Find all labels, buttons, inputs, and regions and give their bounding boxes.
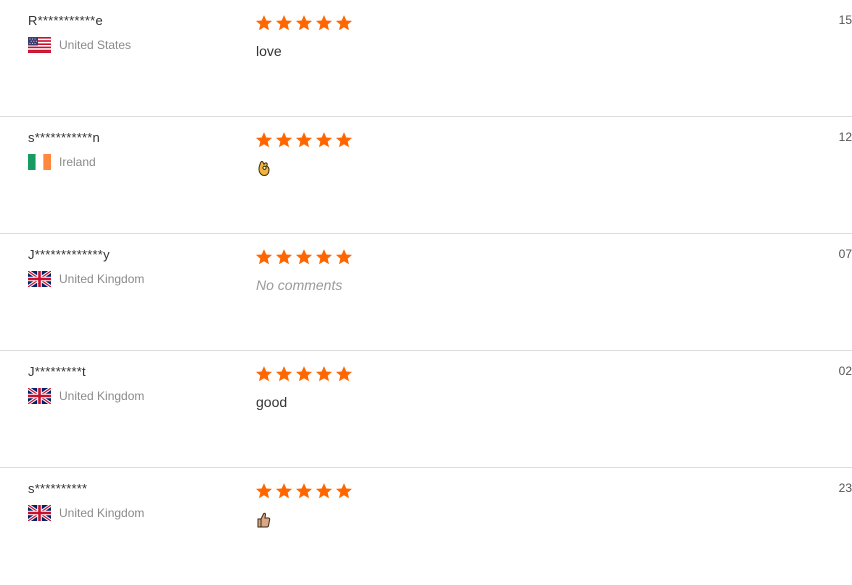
star-icon xyxy=(335,482,353,500)
star-icon xyxy=(295,131,313,149)
buyer-name: s********** xyxy=(28,481,88,496)
thumbs-up-emoji-icon xyxy=(256,510,271,528)
country-label: United Kingdom xyxy=(59,272,145,286)
star-icon xyxy=(255,14,273,32)
star-icon xyxy=(335,248,353,266)
review-item: J*************y United Kingdom No commen… xyxy=(0,234,852,351)
uk-flag-icon xyxy=(28,271,51,287)
star-icon xyxy=(315,131,333,149)
star-icon xyxy=(295,365,313,383)
star-icon xyxy=(275,131,293,149)
buyer-country: United States xyxy=(28,37,131,53)
star-rating xyxy=(255,14,353,32)
review-date: 07 xyxy=(838,247,852,261)
ok-hand-emoji-icon xyxy=(256,159,271,177)
review-item: s********** United Kingdom 23 xyxy=(0,468,852,585)
star-icon xyxy=(275,14,293,32)
star-icon xyxy=(275,248,293,266)
buyer-name: s***********n xyxy=(28,130,100,145)
buyer-country: United Kingdom xyxy=(28,271,144,287)
buyer-name: J*********t xyxy=(28,364,86,379)
star-icon xyxy=(275,482,293,500)
buyer-country: United Kingdom xyxy=(28,388,144,404)
star-rating xyxy=(255,365,353,383)
buyer-name: J*************y xyxy=(28,247,110,262)
us-flag-icon xyxy=(28,37,51,53)
review-comment: love xyxy=(256,43,282,59)
review-date: 15 xyxy=(838,13,852,27)
star-icon xyxy=(335,14,353,32)
review-comment: No comments xyxy=(256,277,343,293)
star-icon xyxy=(315,14,333,32)
review-item: s***********n Ireland 12 xyxy=(0,117,852,234)
review-comment: good xyxy=(256,394,288,410)
review-date: 02 xyxy=(838,364,852,378)
star-rating xyxy=(255,248,353,266)
star-icon xyxy=(255,482,273,500)
review-date: 12 xyxy=(838,130,852,144)
country-label: United Kingdom xyxy=(59,389,145,403)
review-item: R***********e United States love 15 xyxy=(0,0,852,117)
buyer-country: Ireland xyxy=(28,154,96,170)
country-label: Ireland xyxy=(59,155,96,169)
star-rating xyxy=(255,482,353,500)
star-icon xyxy=(255,131,273,149)
star-rating xyxy=(255,131,353,149)
star-icon xyxy=(255,365,273,383)
buyer-country: United Kingdom xyxy=(28,505,144,521)
review-list: R***********e United States love 15 s***… xyxy=(0,0,852,585)
star-icon xyxy=(335,365,353,383)
ireland-flag-icon xyxy=(28,154,51,170)
country-label: United Kingdom xyxy=(59,506,145,520)
review-item: J*********t United Kingdom good 02 xyxy=(0,351,852,468)
star-icon xyxy=(295,14,313,32)
uk-flag-icon xyxy=(28,505,51,521)
uk-flag-icon xyxy=(28,388,51,404)
country-label: United States xyxy=(59,38,132,52)
star-icon xyxy=(295,248,313,266)
star-icon xyxy=(255,248,273,266)
star-icon xyxy=(335,131,353,149)
star-icon xyxy=(315,482,333,500)
star-icon xyxy=(315,248,333,266)
buyer-name: R***********e xyxy=(28,13,103,28)
star-icon xyxy=(315,365,333,383)
star-icon xyxy=(275,365,293,383)
star-icon xyxy=(295,482,313,500)
review-date: 23 xyxy=(838,481,852,495)
